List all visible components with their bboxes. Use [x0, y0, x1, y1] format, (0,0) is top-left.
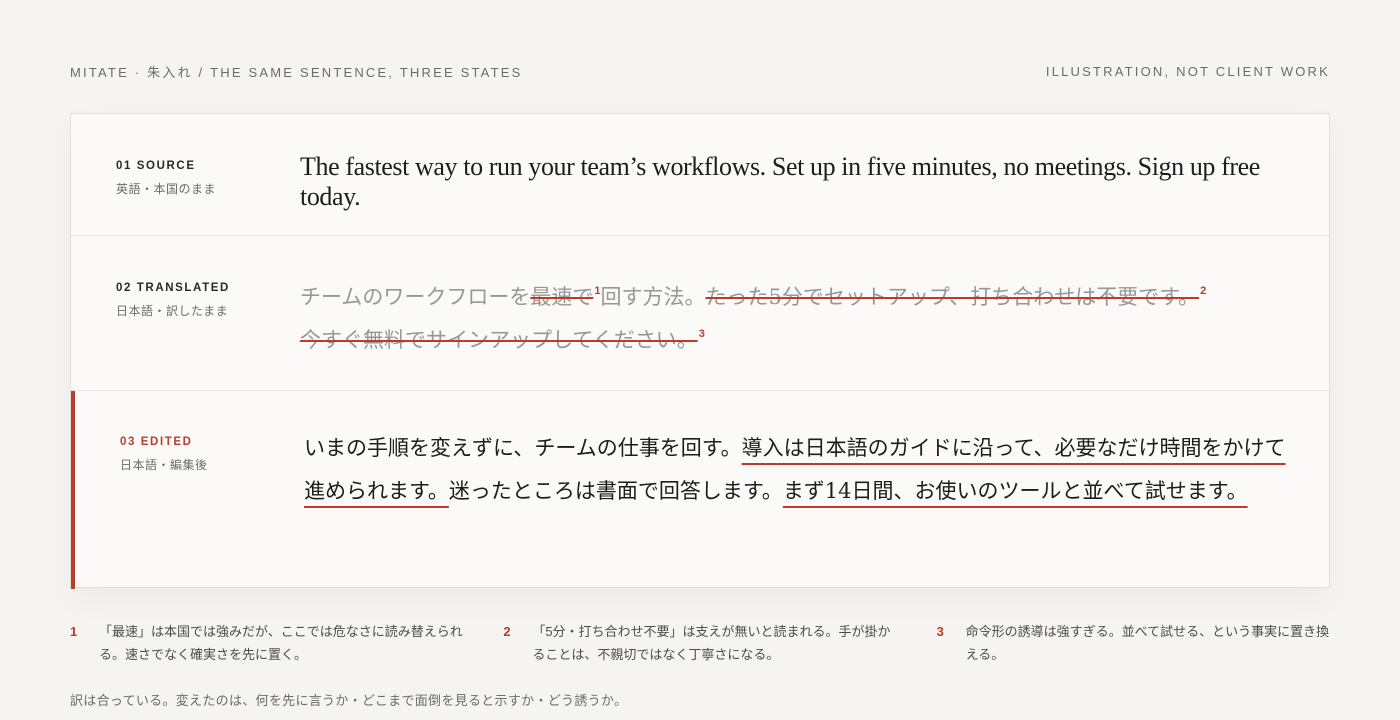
- plain-segment: 迷ったところは書面で回答します。: [448, 479, 783, 503]
- underlined-segment: まず14日間、お使いのツールと並べて試せます。: [782, 479, 1248, 503]
- row-source: 01 SOURCE 英語・本国のまま The fastest way to ru…: [71, 114, 1329, 235]
- header-title: MITATE · 朱入れ / THE SAME SENTENCE, THREE …: [70, 65, 523, 80]
- footnote-text: 命令形の誘導は強すぎる。並べて試せる、という事実に置き換える。: [965, 624, 1330, 662]
- row-sublabel: 英語・本国のまま: [116, 182, 217, 196]
- plain-segment: いまの手順を変えずに、チームの仕事を回す。: [304, 436, 742, 460]
- footnote-marker: 3: [698, 328, 705, 340]
- footnote-number: 3: [936, 624, 944, 639]
- edited-sentence: いまの手順を変えずに、チームの仕事を回す。導入は日本語のガイドに沿って、必要なだ…: [304, 427, 1289, 513]
- struck-segment: 最速で: [530, 285, 594, 309]
- page: MITATE · 朱入れ / THE SAME SENTENCE, THREE …: [0, 0, 1400, 720]
- row-number: 02 TRANSLATED: [116, 282, 230, 294]
- header-disclaimer: ILLUSTRATION, NOT CLIENT WORK: [1045, 64, 1330, 79]
- row-translated: 02 TRANSLATED 日本語・訳したまま チームのワークフローを最速で1回…: [71, 235, 1329, 390]
- footer-summary: 訳は合っている。変えたのは、何を先に言うか・どこまで面倒を見ると示すか・どう誘う…: [70, 693, 628, 708]
- footnote-number: 2: [503, 624, 511, 639]
- row-label: 02 TRANSLATED 日本語・訳したまま: [116, 282, 230, 319]
- footnote: 1 「最速」は本国では強みだが、ここでは危なさに読み替えられる。速さでなく確実さ…: [70, 620, 463, 666]
- row-number: 01 SOURCE: [116, 160, 196, 172]
- footnotes: 1 「最速」は本国では強みだが、ここでは危なさに読み替えられる。速さでなく確実さ…: [70, 620, 1330, 666]
- comparison-card: 01 SOURCE 英語・本国のまま The fastest way to ru…: [70, 113, 1330, 589]
- footnote-marker: 2: [1200, 285, 1207, 297]
- footnote-number: 1: [70, 624, 78, 639]
- struck-segment: たった5分でセットアップ、打ち合わせは不要です。: [705, 285, 1200, 309]
- header: MITATE · 朱入れ / THE SAME SENTENCE, THREE …: [70, 62, 1330, 81]
- row-label: 03 EDITED 日本語・編集後: [120, 436, 208, 473]
- footnote: 2 「5分・打ち合わせ不要」は支えが無いと読まれる。手が掛かることは、不親切では…: [503, 620, 896, 666]
- row-sublabel: 日本語・編集後: [120, 458, 208, 472]
- translated-sentence: チームのワークフローを最速で1回す方法。たった5分でセットアップ、打ち合わせは不…: [300, 276, 1289, 362]
- plain-segment: チームのワークフローを: [300, 285, 531, 309]
- row-edited: 03 EDITED 日本語・編集後 いまの手順を変えずに、チームの仕事を回す。導…: [71, 390, 1329, 589]
- row-label: 01 SOURCE 英語・本国のまま: [116, 160, 216, 197]
- plain-segment: 回す方法。: [600, 285, 706, 309]
- row-sublabel: 日本語・訳したまま: [116, 304, 229, 318]
- struck-segment: 今すぐ無料でサインアップしてください。: [300, 328, 698, 352]
- source-sentence: The fastest way to run your team’s workf…: [300, 152, 1260, 211]
- footnote: 3 命令形の誘導は強すぎる。並べて試せる、という事実に置き換える。: [937, 620, 1330, 666]
- footnote-text: 「最速」は本国では強みだが、ここでは危なさに読み替えられる。速さでなく確実さを先…: [99, 624, 463, 662]
- footnote-text: 「5分・打ち合わせ不要」は支えが無いと読まれる。手が掛かることは、不親切ではなく…: [532, 624, 891, 662]
- row-number: 03 EDITED: [120, 436, 193, 448]
